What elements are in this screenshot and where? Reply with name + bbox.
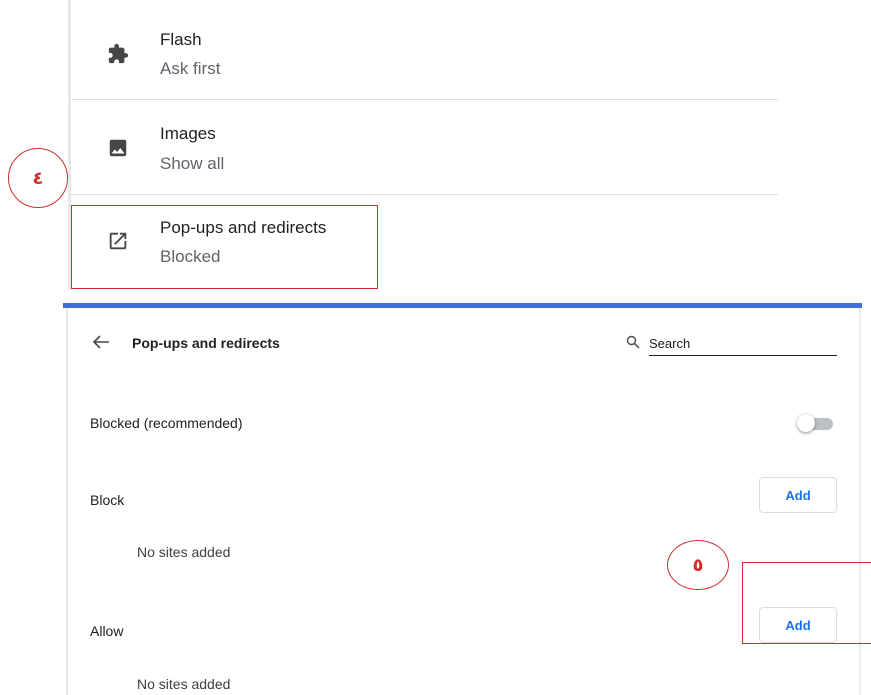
search-box[interactable] [626, 332, 838, 358]
images-status: Show all [160, 154, 225, 173]
block-add-button[interactable]: Add [759, 477, 837, 513]
block-section-label: Block [90, 492, 125, 508]
divider [71, 194, 778, 195]
search-input[interactable] [649, 332, 837, 356]
image-icon [109, 139, 127, 157]
allow-empty-text: No sites added [137, 676, 231, 692]
divider [71, 99, 778, 100]
search-icon [626, 335, 640, 349]
blocked-toggle[interactable] [797, 413, 835, 433]
page-title: Pop-ups and redirects [132, 335, 280, 351]
annotation-step-5: ٥ [667, 540, 729, 590]
panel-edge [66, 308, 68, 695]
blocked-setting-label: Blocked (recommended) [90, 415, 243, 431]
flash-status: Ask first [160, 59, 221, 78]
settings-item-images[interactable]: Images Show all [71, 101, 778, 195]
annotation-highlight-allow-add [742, 562, 871, 644]
annotation-highlight-popups [71, 205, 378, 289]
flash-title: Flash [160, 30, 202, 49]
puzzle-piece-icon [108, 43, 129, 64]
annotation-step-4: ٤ [8, 148, 68, 208]
block-empty-text: No sites added [137, 544, 231, 560]
allow-section-label: Allow [90, 623, 124, 639]
settings-item-flash[interactable]: Flash Ask first [71, 6, 778, 100]
toggle-knob [797, 414, 815, 432]
images-title: Images [160, 124, 216, 143]
back-arrow-icon[interactable] [92, 334, 110, 350]
